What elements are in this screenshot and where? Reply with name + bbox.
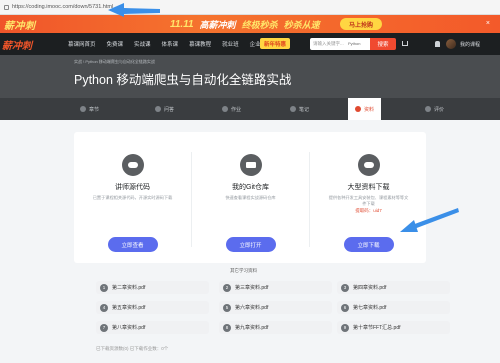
arrow-to-download [400,208,459,232]
arrow-to-url [108,3,160,17]
annotation-arrows [108,3,459,232]
page: https://coding.imooc.com/down/5731.html … [0,0,500,363]
